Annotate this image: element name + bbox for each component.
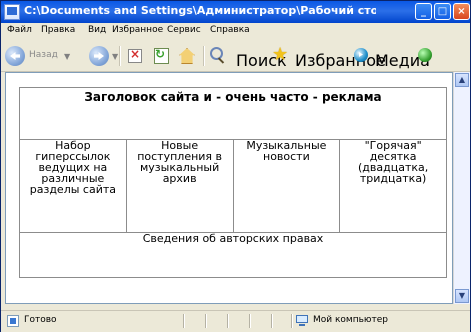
favorites-star-icon[interactable] [271,44,289,66]
status-page-icon [7,315,19,327]
status-separator [227,314,228,328]
history-globe-icon[interactable] [416,46,434,66]
menu-bar: Файл Правка Вид Избранное Сервис Справка [1,23,470,64]
status-separator [249,314,250,328]
title-bar: C:\Documents and Settings\Администратор\… [1,1,470,23]
back-arrow-icon [5,46,25,66]
menu-favorites[interactable]: Избранное [112,25,163,35]
ie-document-icon [4,4,20,20]
back-button[interactable]: Назад ▼ [5,46,75,66]
status-text: Готово [24,315,57,325]
hot-ten-cell: "Горячая" десятка (двадцатка, тридцатка) [339,139,447,233]
menu-view[interactable]: Вид [88,25,106,35]
menu-help[interactable]: Справка [210,25,250,35]
toolbar: Назад ▼ ▼ Поиск Избранное Медиа » [1,42,470,97]
site-header: Заголовок сайта и - очень часто - реклам… [19,86,447,141]
menu-edit[interactable]: Правка [41,25,75,35]
toolbar-separator [119,46,120,66]
menu-file[interactable]: Файл [7,25,32,35]
search-icon[interactable] [208,46,226,66]
back-dropdown-icon[interactable]: ▼ [64,52,70,61]
close-button[interactable]: × [453,3,470,20]
status-separator [205,314,206,328]
new-arrivals-cell: Новые поступления в музыкальный архив [125,139,234,233]
toolbar-separator [203,46,204,66]
scroll-up-icon[interactable]: ▲ [455,73,469,87]
refresh-icon[interactable] [153,46,171,66]
media-icon[interactable] [352,46,370,66]
window-title: C:\Documents and Settings\Администратор\… [24,4,376,17]
stop-icon[interactable] [127,46,143,66]
home-icon[interactable] [177,46,197,66]
forward-button[interactable]: ▼ [89,46,129,66]
music-news-cell: Музыкальные новости [232,139,341,233]
browser-window: C:\Documents and Settings\Администратор\… [0,0,471,332]
minimize-button[interactable]: _ [415,3,432,20]
status-separator [291,314,292,328]
maximize-button[interactable]: □ [434,3,451,20]
forward-dropdown-icon[interactable]: ▼ [112,52,118,61]
favorites-label[interactable]: Избранное [295,51,386,70]
nav-links-cell: Набор гиперссылок ведущих на различные р… [19,139,127,233]
page-layout-table: Заголовок сайта и - очень часто - реклам… [19,86,447,279]
vertical-scrollbar[interactable]: ▲ ▼ [453,72,470,304]
zone-text: Мой компьютер [313,315,388,325]
page-content: Заголовок сайта и - очень часто - реклам… [5,72,453,304]
menu-tools[interactable]: Сервис [167,25,201,35]
forward-arrow-icon [89,46,109,66]
back-label: Назад [29,50,58,60]
status-separator [271,314,272,328]
status-bar: Готово Мой компьютер [1,310,470,332]
my-computer-icon [296,315,308,327]
copyright-footer: Сведения об авторских правах [19,231,447,279]
status-separator [183,314,184,328]
scroll-down-icon[interactable]: ▼ [455,289,469,303]
